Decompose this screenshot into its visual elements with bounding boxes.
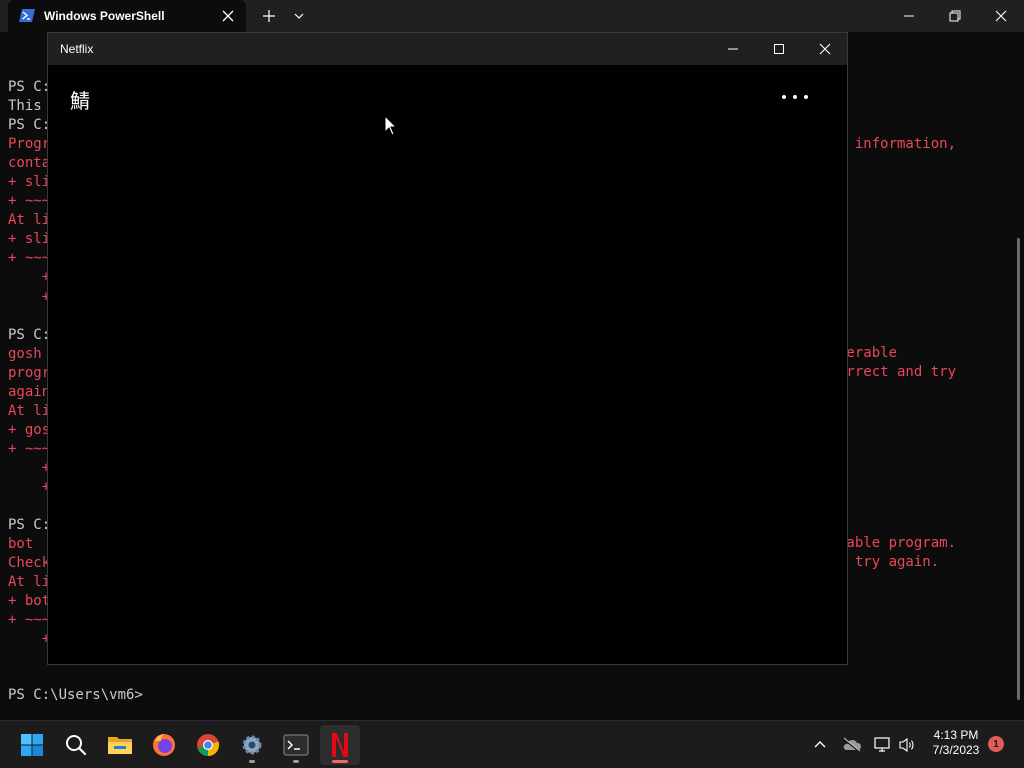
terminal-tab-bar: Windows PowerShell xyxy=(0,0,1024,32)
placeholder-glyph: 鯖 xyxy=(70,89,90,113)
netflix-window[interactable]: Netflix 鯖 xyxy=(47,32,848,665)
mouse-cursor-icon xyxy=(384,115,398,136)
running-indicator xyxy=(293,760,299,763)
volume-tray-icon[interactable] xyxy=(897,735,917,755)
more-options-icon[interactable] xyxy=(782,95,808,101)
netflix-button[interactable] xyxy=(320,725,360,765)
chrome-button[interactable] xyxy=(188,725,228,765)
start-button[interactable] xyxy=(12,725,52,765)
clock-date: 7/3/2023 xyxy=(932,743,980,757)
restore-icon xyxy=(949,10,961,22)
notification-badge[interactable]: 1 xyxy=(988,736,1004,752)
tab-title: Windows PowerShell xyxy=(44,9,165,23)
taskbar xyxy=(0,720,1024,768)
close-icon xyxy=(995,10,1007,22)
gear-icon xyxy=(242,735,262,755)
cloud-off-icon xyxy=(843,737,862,753)
close-icon xyxy=(819,43,831,55)
powershell-icon xyxy=(19,9,35,22)
running-indicator xyxy=(249,760,255,763)
active-indicator xyxy=(332,760,348,763)
minimize-icon xyxy=(728,48,738,50)
firefox-icon xyxy=(153,734,175,756)
clock[interactable]: 4:13 PM 7/3/2023 xyxy=(920,728,992,758)
tab-windows-powershell[interactable]: Windows PowerShell xyxy=(8,0,246,32)
maximize-icon xyxy=(774,44,784,54)
show-hidden-icons-button[interactable] xyxy=(810,735,830,755)
network-tray-icon[interactable] xyxy=(873,735,893,755)
windows-icon xyxy=(21,734,43,756)
terminal-scrollbar[interactable] xyxy=(1017,238,1020,700)
onedrive-tray-icon[interactable] xyxy=(842,735,862,755)
terminal-icon xyxy=(283,734,309,756)
network-icon xyxy=(874,737,890,752)
close-button[interactable] xyxy=(978,0,1024,32)
new-tab-icon[interactable] xyxy=(261,8,277,24)
terminal-button[interactable] xyxy=(276,725,316,765)
maximize-button[interactable] xyxy=(756,33,802,65)
terminal-error-fragment: d try again. xyxy=(838,554,940,570)
minimize-icon xyxy=(904,15,914,17)
search-button[interactable] xyxy=(56,725,96,765)
folder-icon xyxy=(108,737,132,754)
minimize-button[interactable] xyxy=(710,33,756,65)
chevron-down-icon[interactable] xyxy=(291,8,307,24)
clock-time: 4:13 PM xyxy=(933,728,979,742)
speaker-icon xyxy=(899,737,914,753)
chevron-up-icon xyxy=(814,741,826,748)
file-explorer-button[interactable] xyxy=(100,725,140,765)
netflix-title-bar[interactable]: Netflix xyxy=(48,33,847,65)
terminal-error-fragment: rable program. xyxy=(838,535,957,551)
minimize-button[interactable] xyxy=(886,0,932,32)
restore-button[interactable] xyxy=(932,0,978,32)
close-button[interactable] xyxy=(802,33,848,65)
terminal-error-fragment: orrect and try xyxy=(838,364,957,380)
chrome-icon xyxy=(197,734,220,757)
settings-button[interactable] xyxy=(232,725,272,765)
terminal-prompt[interactable]: PS C:\Users\vm6> xyxy=(8,687,143,703)
firefox-button[interactable] xyxy=(144,725,184,765)
search-icon xyxy=(66,735,87,756)
netflix-icon xyxy=(332,733,348,757)
terminal-error-fragment: e information, xyxy=(838,136,957,152)
window-title: Netflix xyxy=(60,42,94,56)
close-tab-icon[interactable] xyxy=(220,8,236,24)
